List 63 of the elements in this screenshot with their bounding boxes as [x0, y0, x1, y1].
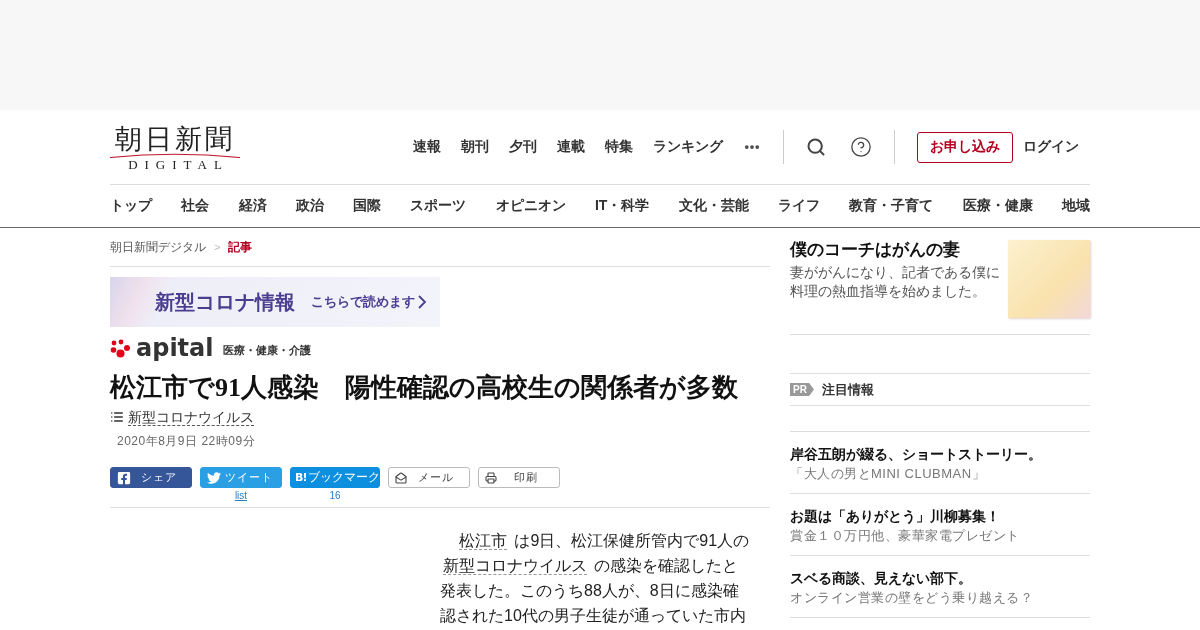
search-icon[interactable]	[806, 137, 826, 157]
logo-title[interactable]: 朝日新聞	[115, 124, 235, 153]
printer-icon	[485, 471, 497, 484]
category-link[interactable]: IT・科学	[594, 197, 650, 215]
dots-logo-icon	[110, 338, 131, 358]
text-link[interactable]: 松江市	[459, 532, 507, 550]
banner-title: 新型コロナ情報	[155, 289, 295, 315]
article-date: 2020年8月9日 22時09分	[116, 433, 257, 450]
category-link[interactable]: 政治	[295, 197, 324, 215]
section-logo: apital	[136, 337, 214, 359]
section-category: 医療・健康・介護	[222, 343, 311, 358]
banner-link[interactable]: こちらで読めます	[311, 293, 426, 311]
text-link[interactable]: 新型コロナウイルス	[443, 557, 587, 575]
pr-badge: PR	[790, 383, 814, 396]
breadcrumb-separator: >	[214, 241, 221, 253]
pr-title[interactable]: スベる商談、見えない部下。	[790, 568, 1090, 588]
mail-button[interactable]: メール	[388, 467, 470, 488]
pr-title[interactable]: 岸谷五朗が綴る、ショートストーリー。	[790, 444, 1090, 464]
category-link[interactable]: トップ	[110, 197, 152, 215]
category-link[interactable]: 国際	[353, 197, 382, 215]
facebook-icon	[117, 470, 131, 485]
top-nav-link[interactable]: 速報	[413, 138, 441, 156]
feature-title[interactable]: 僕のコーチはがんの妻	[790, 238, 1004, 262]
bookmark-logo: B!	[295, 471, 307, 484]
chevron-right-icon	[418, 295, 426, 309]
top-nav-link[interactable]: 特集	[605, 138, 633, 156]
category-link[interactable]: 教育・子育て	[849, 197, 934, 215]
share-count[interactable]: list	[234, 490, 248, 502]
promo-banner[interactable]: 新型コロナ情報 こちらで読めます	[110, 277, 440, 327]
category-link[interactable]: スポーツ	[410, 197, 467, 215]
pr-subtitle: オンライン営業の壁をどう乗り越える？	[790, 589, 1034, 607]
logo-subtitle: DIGITAL	[127, 157, 229, 172]
login-link[interactable]: ログイン	[1023, 138, 1079, 156]
logo-swoosh-icon	[110, 152, 240, 158]
feature-description: 妻ががんになり、記者である僕に料理の熱血指導を始めました。	[790, 263, 1001, 301]
share-count[interactable]: 16	[329, 490, 341, 502]
category-link[interactable]: 医療・健康	[962, 197, 1033, 215]
envelope-icon	[395, 471, 407, 484]
category-link[interactable]: 文化・芸能	[678, 197, 749, 215]
share-button[interactable]: シェア	[110, 467, 192, 488]
pr-subtitle: 賞金１０万円他、豪華家電プレゼント	[790, 527, 1021, 545]
pr-subtitle: 「大人の男とMINI CLUBMAN」	[790, 465, 987, 483]
help-icon[interactable]	[850, 136, 872, 158]
breadcrumb-link[interactable]: 朝日新聞デジタル	[110, 238, 206, 256]
top-nav-link[interactable]: ランキング	[653, 138, 723, 156]
article-paragraph: 松江市 は9日、松江保健所管内で91人の 新型コロナウイルス の感染を確認したと発表した。このうち88人が、8日に感染確認された10代の男子生徒が通っていた市内	[440, 531, 750, 626]
category-link[interactable]: 社会	[181, 197, 210, 215]
topic-link[interactable]: 新型コロナウイルス	[128, 408, 254, 426]
article-headline: 松江市で91人感染 陽性確認の高校生の関係者が多数	[110, 372, 739, 404]
category-link[interactable]: ライフ	[778, 197, 820, 215]
category-link[interactable]: オピニオン	[495, 197, 566, 215]
bird-icon	[207, 470, 221, 485]
subscribe-button[interactable]: お申し込み	[917, 131, 1013, 163]
breadcrumb-link[interactable]: 記事	[228, 238, 253, 256]
top-nav-link[interactable]: 夕刊	[509, 138, 537, 156]
category-link[interactable]: 地域	[1061, 197, 1090, 215]
list-icon	[110, 410, 124, 424]
pr-title[interactable]: お題は「ありがとう」川柳募集！	[790, 506, 1090, 526]
print-button[interactable]: 印刷	[478, 467, 560, 488]
pr-heading: 注目情報	[821, 380, 874, 399]
top-nav-link[interactable]: 連載	[557, 138, 585, 156]
category-link[interactable]: 経済	[238, 197, 267, 215]
top-nav-link[interactable]: 朝刊	[461, 138, 489, 156]
